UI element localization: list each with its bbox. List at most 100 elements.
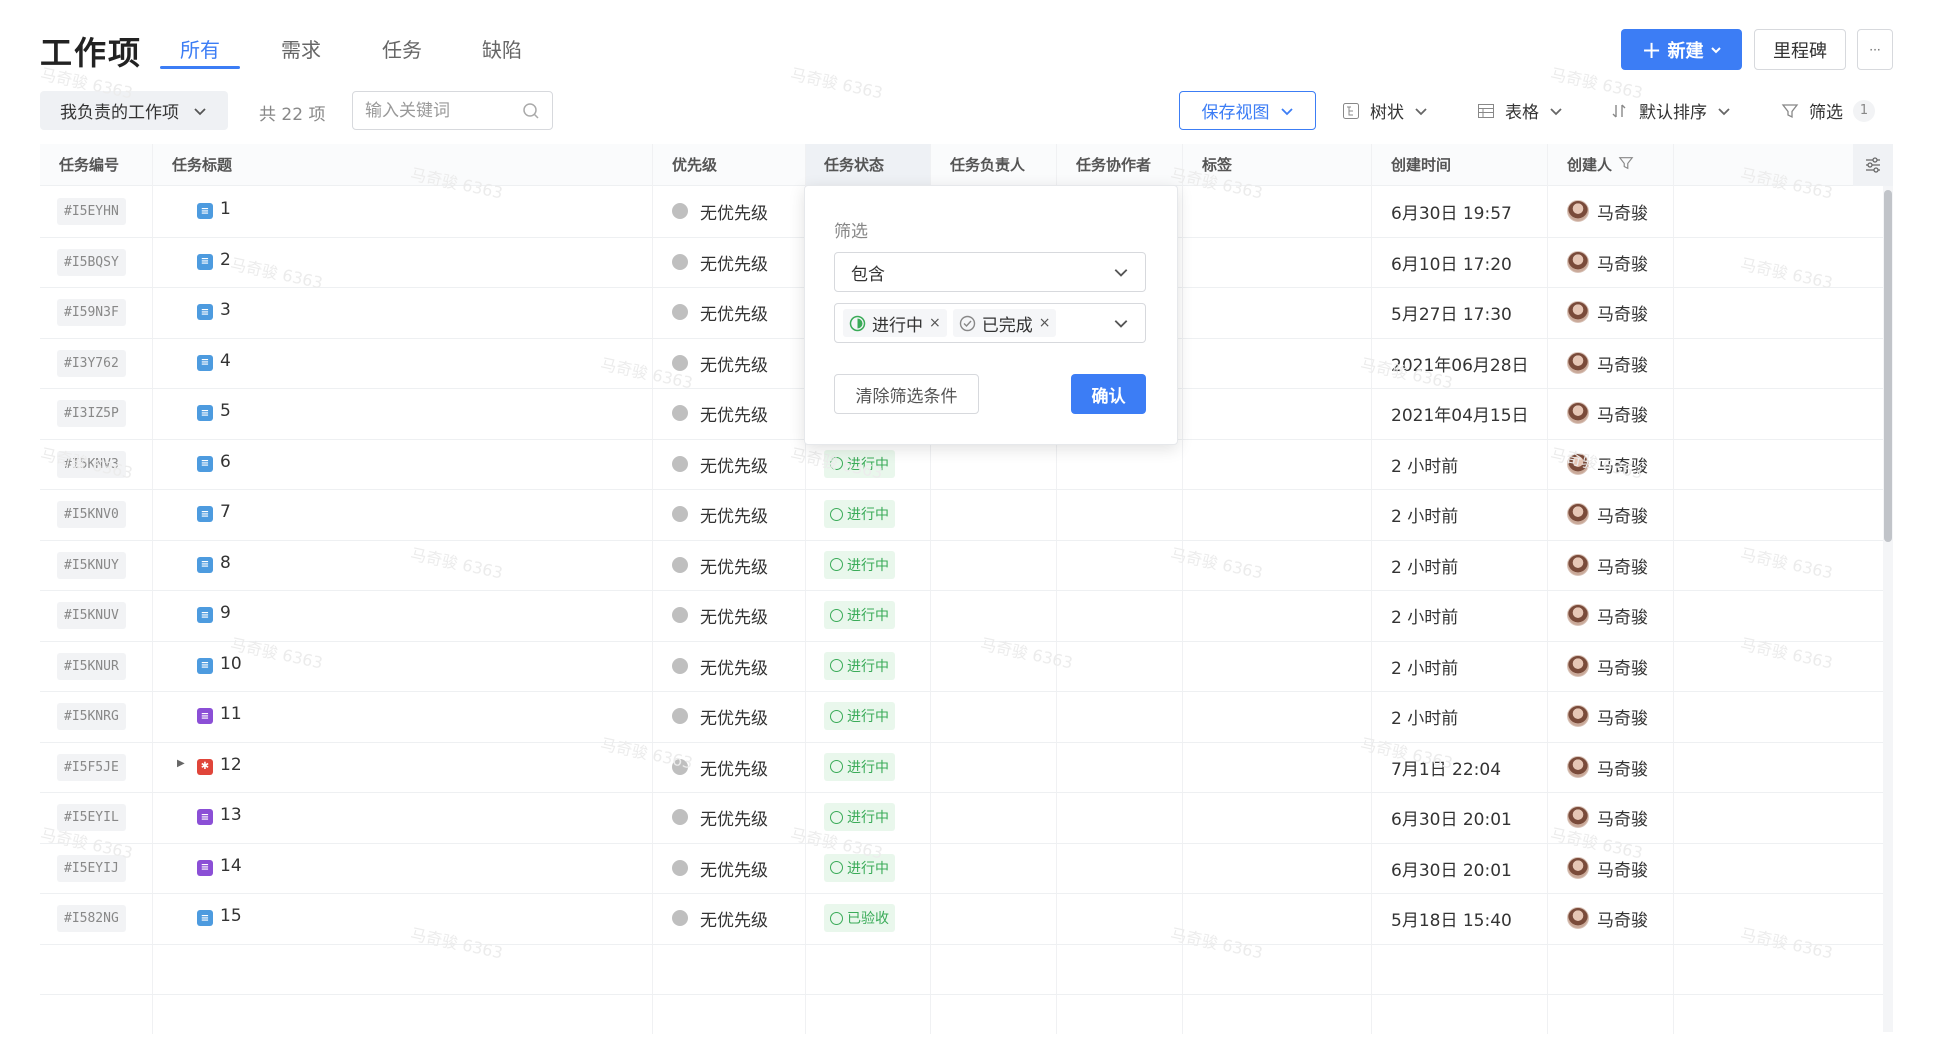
status-badge[interactable]: 进行中 [824, 651, 895, 680]
priority-label[interactable]: 无优先级 [700, 502, 768, 527]
creator-name[interactable]: 马奇骏 [1597, 300, 1648, 325]
column-header-assignee[interactable]: 任务负责人 [950, 154, 1025, 175]
task-type-icon: ≡ [197, 304, 213, 321]
column-header-tags[interactable]: 标签 [1202, 154, 1232, 175]
filter-chip-completed: 已完成 × [952, 309, 1057, 337]
sort-dropdown[interactable]: 默认排序 [1611, 98, 1731, 123]
creator-name[interactable]: 马奇骏 [1597, 805, 1648, 830]
task-title[interactable]: 7 [220, 502, 231, 522]
creator-name[interactable]: 马奇骏 [1597, 199, 1648, 224]
search-input[interactable] [365, 100, 515, 121]
task-title[interactable]: 2 [220, 250, 231, 270]
status-badge[interactable]: 进行中 [824, 702, 895, 731]
creator-name[interactable]: 马奇骏 [1597, 856, 1648, 881]
priority-label[interactable]: 无优先级 [700, 856, 768, 881]
filter-button[interactable]: 筛选 1 [1781, 98, 1875, 123]
priority-label[interactable]: 无优先级 [700, 603, 768, 628]
priority-label[interactable]: 无优先级 [700, 654, 768, 679]
priority-label[interactable]: 无优先级 [700, 351, 768, 376]
priority-label[interactable]: 无优先级 [700, 805, 768, 830]
status-badge[interactable]: 进行中 [824, 449, 895, 478]
tab-all[interactable]: 所有 [180, 34, 220, 63]
status-badge[interactable]: 进行中 [824, 752, 895, 781]
priority-label[interactable]: 无优先级 [700, 250, 768, 275]
column-header-collaborators[interactable]: 任务协作者 [1076, 154, 1151, 175]
search-box[interactable] [352, 91, 553, 130]
created-time: 6月30日 19:57 [1391, 204, 1512, 225]
task-title[interactable]: 4 [220, 351, 231, 371]
creator-name[interactable]: 马奇骏 [1597, 654, 1648, 679]
priority-label[interactable]: 无优先级 [700, 906, 768, 931]
tree-view-toggle[interactable]: 树状 [1342, 98, 1428, 123]
tab-requirements[interactable]: 需求 [281, 34, 321, 63]
task-title[interactable]: 5 [220, 401, 231, 421]
priority-label[interactable]: 无优先级 [700, 452, 768, 477]
column-header-creator[interactable]: 创建人 [1567, 154, 1612, 175]
task-type-icon: ≡ [197, 354, 213, 371]
column-filter-icon[interactable] [1618, 155, 1634, 171]
status-badge[interactable]: 进行中 [824, 853, 895, 882]
task-title[interactable]: 13 [220, 805, 242, 825]
column-header-status[interactable]: 任务状态 [824, 154, 884, 175]
task-title[interactable]: 1 [220, 199, 231, 219]
task-title[interactable]: 8 [220, 553, 231, 573]
creator-name[interactable]: 马奇骏 [1597, 351, 1648, 376]
column-header-priority[interactable]: 优先级 [672, 154, 717, 175]
page-title: 工作项 [40, 34, 143, 72]
creator-name[interactable]: 马奇骏 [1597, 906, 1648, 931]
task-id-tag: #I582NG [57, 905, 126, 933]
save-view-button[interactable]: 保存视图 [1179, 91, 1316, 130]
milestone-button[interactable]: 里程碑 [1754, 29, 1846, 70]
priority-label[interactable]: 无优先级 [700, 704, 768, 729]
task-title[interactable]: 3 [220, 300, 231, 320]
remove-chip-icon[interactable]: × [929, 315, 941, 331]
priority-label[interactable]: 无优先级 [700, 755, 768, 780]
column-settings-button[interactable] [1853, 144, 1893, 186]
creator-name[interactable]: 马奇骏 [1597, 452, 1648, 477]
remove-chip-icon[interactable]: × [1039, 315, 1051, 331]
creator-name[interactable]: 马奇骏 [1597, 250, 1648, 275]
view-select[interactable]: 我负责的工作项 [40, 91, 228, 130]
task-title[interactable]: 12 [220, 755, 242, 775]
more-button[interactable]: ··· [1857, 29, 1893, 70]
priority-label[interactable]: 无优先级 [700, 553, 768, 578]
tab-bugs[interactable]: 缺陷 [482, 34, 522, 63]
column-header-created-time[interactable]: 创建时间 [1391, 154, 1451, 175]
creator-name[interactable]: 马奇骏 [1597, 755, 1648, 780]
confirm-filter-button[interactable]: 确认 [1071, 374, 1146, 414]
creator-name[interactable]: 马奇骏 [1597, 401, 1648, 426]
column-header-title[interactable]: 任务标题 [172, 154, 232, 175]
creator-name[interactable]: 马奇骏 [1597, 553, 1648, 578]
creator-name[interactable]: 马奇骏 [1597, 603, 1648, 628]
status-badge[interactable]: 进行中 [824, 601, 895, 630]
sort-icon [1612, 104, 1626, 117]
column-header-id[interactable]: 任务编号 [59, 154, 119, 175]
status-badge[interactable]: 进行中 [824, 550, 895, 579]
new-button[interactable]: + 新建 [1621, 29, 1742, 70]
task-title[interactable]: 9 [220, 603, 231, 623]
status-badge[interactable]: 进行中 [824, 500, 895, 529]
table-view-toggle[interactable]: 表格 [1477, 98, 1563, 123]
priority-label[interactable]: 无优先级 [700, 199, 768, 224]
creator-name[interactable]: 马奇骏 [1597, 502, 1648, 527]
task-title[interactable]: 11 [220, 704, 242, 724]
created-time: 6月30日 20:01 [1391, 860, 1512, 881]
filter-operator-value: 包含 [851, 264, 885, 285]
status-badge[interactable]: 进行中 [824, 803, 895, 832]
task-title[interactable]: 6 [220, 452, 231, 472]
table-icon [1478, 103, 1494, 118]
creator-name[interactable]: 马奇骏 [1597, 704, 1648, 729]
check-circle-icon [959, 315, 975, 331]
expand-caret-icon[interactable]: ▶ [177, 758, 185, 769]
tab-tasks[interactable]: 任务 [382, 34, 422, 63]
filter-operator-select[interactable]: 包含 [834, 252, 1146, 292]
filter-values-select[interactable]: 进行中 × 已完成 × [834, 303, 1146, 343]
task-title[interactable]: 14 [220, 856, 242, 876]
status-badge[interactable]: 已验收 [824, 904, 895, 933]
scrollbar-thumb[interactable] [1884, 190, 1892, 542]
task-title[interactable]: 10 [220, 654, 242, 674]
clear-filter-button[interactable]: 清除筛选条件 [834, 374, 979, 414]
priority-label[interactable]: 无优先级 [700, 401, 768, 426]
priority-label[interactable]: 无优先级 [700, 300, 768, 325]
task-title[interactable]: 15 [220, 906, 242, 926]
